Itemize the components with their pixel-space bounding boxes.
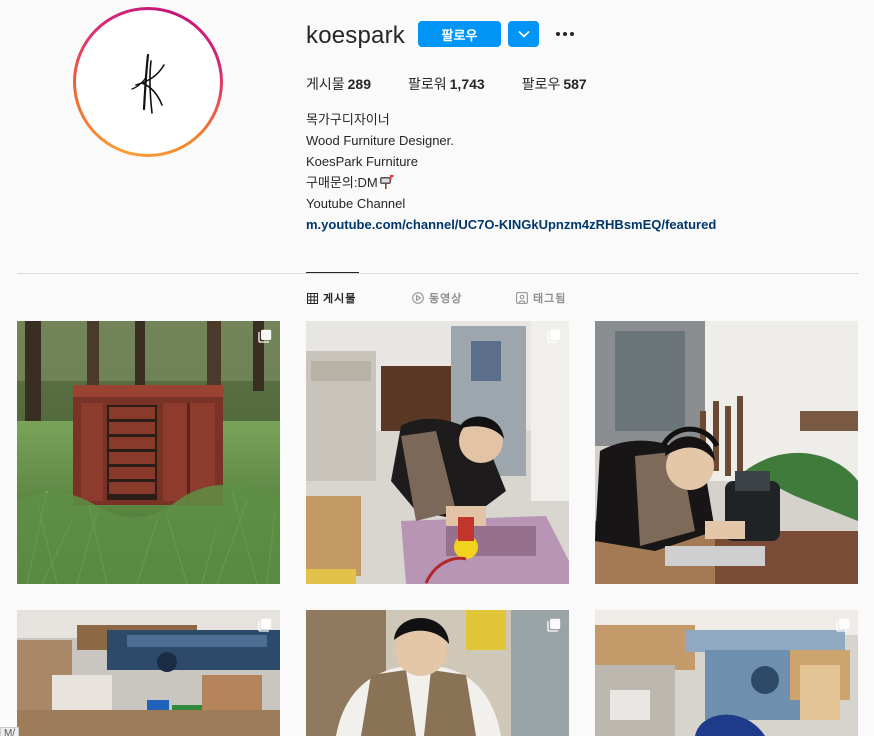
avatar — [80, 14, 216, 150]
post-image — [595, 610, 858, 736]
profile-avatar-frame — [76, 10, 220, 154]
profile-username: koespark — [306, 22, 405, 49]
post-image — [595, 321, 858, 584]
tab-videos[interactable]: 동영상 — [412, 290, 462, 306]
multiple-photos-icon — [836, 618, 850, 632]
post-wooden-cabinet-in-grass[interactable] — [17, 321, 280, 584]
stat-posts: 게시물 289 — [306, 74, 371, 94]
more-dot-icon — [563, 32, 567, 36]
bio-line: Youtube Channel — [306, 196, 406, 211]
grid-icon — [307, 292, 318, 304]
post-workshop-tables[interactable] — [17, 610, 280, 736]
multiple-photos-icon — [258, 329, 272, 343]
mailbox-emoji-icon — [379, 174, 394, 189]
more-dot-icon — [570, 32, 574, 36]
tag-person-icon — [516, 292, 528, 304]
tab-tagged-label: 태그됨 — [533, 293, 567, 305]
signature-logo-icon — [131, 53, 165, 114]
bio-contact-text: 구매문의:DM — [306, 175, 378, 190]
multiple-photos-icon — [547, 618, 561, 632]
tab-posts[interactable]: 게시물 — [307, 290, 356, 306]
bio-line-contact: 구매문의:DM — [306, 172, 716, 193]
play-circle-icon — [412, 292, 424, 304]
profile-stats: 게시물 289 팔로워 1,743 팔로우 587 — [306, 74, 624, 94]
bio-line: KoesPark Furniture — [306, 154, 418, 169]
post-image — [306, 321, 569, 584]
profile-avatar-ring[interactable] — [73, 7, 223, 157]
stat-following-value: 587 — [563, 76, 587, 92]
suggested-accounts-button[interactable] — [508, 21, 539, 47]
chevron-down-icon — [517, 30, 530, 38]
stat-following-label: 팔로우 — [521, 76, 561, 92]
post-routing-workshop[interactable] — [595, 321, 858, 584]
post-man-in-apron[interactable] — [306, 610, 569, 736]
bio-name: 목가구디자이너 — [306, 112, 390, 127]
post-workshop-table-saw[interactable] — [595, 610, 858, 736]
post-sanding-workshop[interactable] — [306, 321, 569, 584]
stat-posts-value: 289 — [347, 76, 371, 92]
multiple-photos-icon — [258, 618, 272, 632]
tab-tagged[interactable]: 태그됨 — [516, 290, 566, 306]
stat-posts-label: 게시물 — [306, 76, 345, 92]
stat-followers[interactable]: 팔로워 1,743 — [408, 74, 485, 94]
more-options-button[interactable] — [552, 25, 578, 43]
profile-divider — [17, 273, 859, 274]
bio-link[interactable]: m.youtube.com/channel/UC7O-KINGkUpnzm4zR… — [306, 217, 716, 232]
bio-line: Wood Furniture Designer. — [306, 133, 454, 148]
tab-videos-label: 동영상 — [429, 293, 463, 305]
follow-button[interactable]: 팔로우 — [418, 21, 501, 47]
browser-status-tooltip: M/ — [0, 727, 20, 736]
stat-followers-label: 팔로워 — [408, 76, 447, 92]
post-image — [306, 610, 569, 736]
post-image — [17, 610, 280, 736]
tab-posts-label: 게시물 — [323, 293, 357, 305]
post-image — [17, 321, 280, 584]
multiple-photos-icon — [547, 329, 561, 343]
stat-followers-value: 1,743 — [449, 76, 485, 92]
stat-following[interactable]: 팔로우 587 — [522, 74, 587, 94]
more-dot-icon — [556, 32, 560, 36]
profile-bio: 목가구디자이너 Wood Furniture Designer. KoesPar… — [306, 109, 716, 235]
